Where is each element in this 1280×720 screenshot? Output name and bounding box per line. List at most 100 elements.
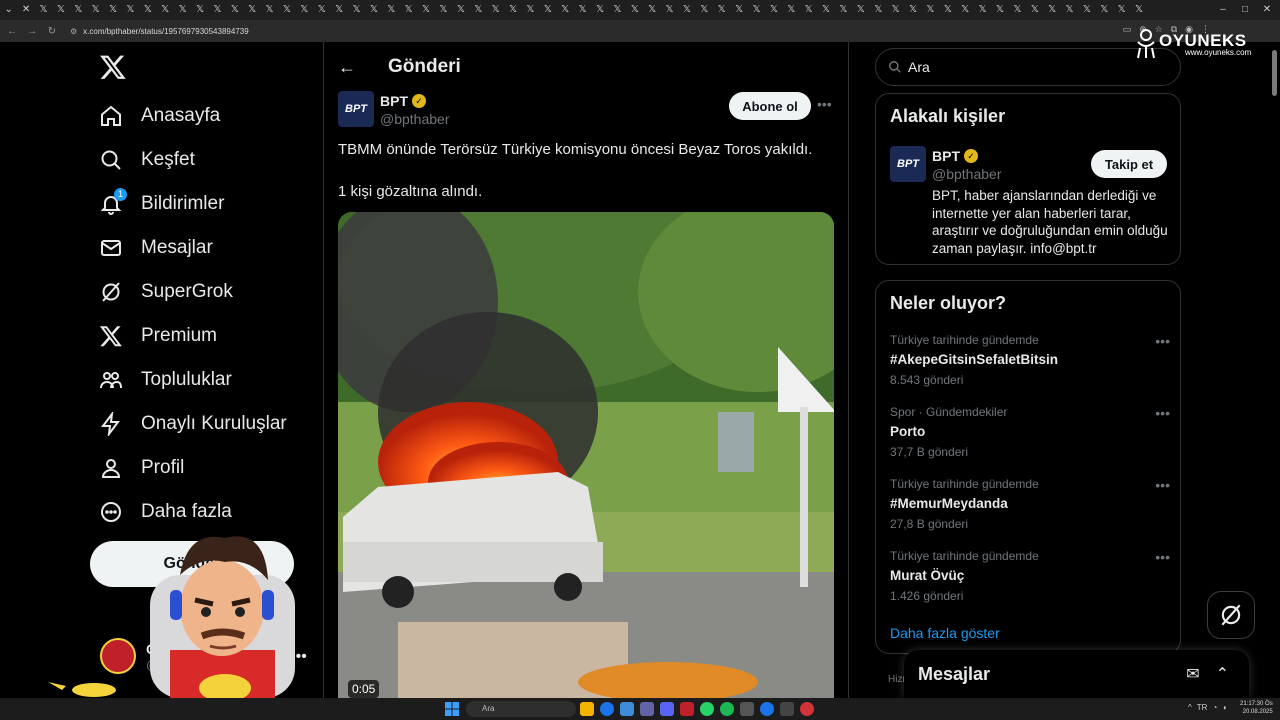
nav-item-premium[interactable]: Premium: [98, 314, 287, 358]
url-field[interactable]: ⚙ x.com/bpthaber/status/1957697930543894…: [70, 27, 249, 36]
browser-tab[interactable]: 𝕏: [678, 0, 695, 20]
file-explorer-icon[interactable]: [580, 702, 594, 716]
obs-icon[interactable]: [780, 702, 794, 716]
browser-tab[interactable]: 𝕏: [591, 0, 608, 20]
browser-tab[interactable]: 𝕏: [626, 0, 643, 20]
tweet-author-avatar[interactable]: BPT: [338, 91, 374, 127]
nav-item-home[interactable]: Anasayfa: [98, 94, 287, 138]
browser-tab[interactable]: 𝕏: [330, 0, 347, 20]
language-icon[interactable]: TR: [1197, 703, 1208, 712]
browser-tab[interactable]: 𝕏: [991, 0, 1008, 20]
browser-tab[interactable]: 𝕏: [400, 0, 417, 20]
volume-icon[interactable]: ◖: [1222, 703, 1227, 712]
browser-tab[interactable]: 𝕏: [157, 0, 174, 20]
windows-start-icon[interactable]: [445, 702, 459, 716]
x-logo-icon[interactable]: [99, 53, 127, 81]
browser-tab[interactable]: 𝕏: [504, 0, 521, 20]
trend-more-icon[interactable]: •••: [1155, 549, 1170, 565]
browser-tab[interactable]: 𝕏: [661, 0, 678, 20]
browser-tab[interactable]: 𝕏: [1009, 0, 1026, 20]
browser-tab[interactable]: 𝕏: [174, 0, 191, 20]
tweet-author-handle[interactable]: @bpthaber: [380, 111, 449, 127]
nav-item-messages[interactable]: Mesajlar: [98, 226, 287, 270]
browser-tab[interactable]: 𝕏: [261, 0, 278, 20]
related-name[interactable]: BPT ✓: [932, 148, 978, 164]
follow-button[interactable]: Takip et: [1091, 150, 1167, 178]
whatsapp-icon[interactable]: [700, 702, 714, 716]
browser-tab[interactable]: 𝕏: [209, 0, 226, 20]
subscribe-button[interactable]: Abone ol: [729, 92, 811, 120]
browser-tab[interactable]: 𝕏: [1078, 0, 1095, 20]
tweet-author-name[interactable]: BPT ✓: [380, 93, 426, 109]
browser-tab[interactable]: 𝕏: [1026, 0, 1043, 20]
trend-more-icon[interactable]: •••: [1155, 477, 1170, 493]
page-scrollbar[interactable]: [1272, 50, 1277, 96]
browser-tab[interactable]: 𝕏: [574, 0, 591, 20]
back-nav-icon[interactable]: ←: [4, 26, 20, 37]
browser-tab[interactable]: 𝕏: [383, 0, 400, 20]
browser-tab[interactable]: 𝕏: [730, 0, 747, 20]
related-avatar[interactable]: BPT: [890, 146, 926, 182]
browser-tab[interactable]: 𝕏: [800, 0, 817, 20]
close-window-button[interactable]: ✕: [1254, 0, 1280, 20]
app-icon[interactable]: [740, 702, 754, 716]
reload-icon[interactable]: ↻: [44, 26, 60, 37]
trend-more-icon[interactable]: •••: [1155, 333, 1170, 349]
browser-tab[interactable]: 𝕏: [852, 0, 869, 20]
trend-item[interactable]: Türkiye tarihinde gündemde #AkepeGitsinS…: [890, 333, 1170, 387]
browser-tab[interactable]: 𝕏: [122, 0, 139, 20]
related-handle[interactable]: @bpthaber: [932, 166, 1001, 182]
browser-tab[interactable]: 𝕏: [939, 0, 956, 20]
spotify-icon[interactable]: [720, 702, 734, 716]
browser-tab[interactable]: 𝕏: [365, 0, 382, 20]
browser-tab[interactable]: 𝕏: [904, 0, 921, 20]
chrome-icon[interactable]: [760, 702, 774, 716]
browser-tab[interactable]: 𝕏: [52, 0, 69, 20]
browser-tab[interactable]: 𝕏: [1096, 0, 1113, 20]
chrome-icon[interactable]: [600, 702, 614, 716]
nav-item-profile[interactable]: Profil: [98, 446, 287, 490]
browser-tab[interactable]: 𝕏: [1061, 0, 1078, 20]
site-info-icon[interactable]: ⚙: [70, 27, 77, 36]
browser-tab[interactable]: 𝕏: [313, 0, 330, 20]
chevron-up-icon[interactable]: ^: [1188, 703, 1192, 712]
browser-tab[interactable]: 𝕏: [452, 0, 469, 20]
back-arrow-icon[interactable]: ←: [338, 57, 358, 78]
browser-tab[interactable]: 𝕏: [783, 0, 800, 20]
browser-tab[interactable]: 𝕏: [835, 0, 852, 20]
browser-tab[interactable]: 𝕏: [974, 0, 991, 20]
app-icon[interactable]: [680, 702, 694, 716]
taskbar-clock[interactable]: 21:17:30 Ös 20.08.2025: [1240, 700, 1273, 716]
browser-tab[interactable]: 𝕏: [870, 0, 887, 20]
browser-tab[interactable]: 𝕏: [922, 0, 939, 20]
browser-tab[interactable]: 𝕏: [1130, 0, 1147, 20]
nav-item-notifications[interactable]: 1 Bildirimler: [98, 182, 287, 226]
browser-tab[interactable]: 𝕏: [713, 0, 730, 20]
browser-tab[interactable]: 𝕏: [1113, 0, 1130, 20]
browser-tab[interactable]: 𝕏: [487, 0, 504, 20]
browser-tab[interactable]: 𝕏: [696, 0, 713, 20]
nav-item-supergrok[interactable]: SuperGrok: [98, 270, 287, 314]
messages-drawer[interactable]: Mesajlar ✉ ⌃: [904, 650, 1249, 698]
taskbar-search[interactable]: Ara: [466, 701, 576, 717]
browser-tab[interactable]: 𝕏: [139, 0, 156, 20]
tweet-more-icon[interactable]: •••: [817, 96, 832, 112]
discord-icon[interactable]: [660, 702, 674, 716]
trend-more-icon[interactable]: •••: [1155, 405, 1170, 421]
browser-tab[interactable]: 𝕏: [243, 0, 260, 20]
grok-button[interactable]: [1207, 591, 1255, 639]
teams-icon[interactable]: [640, 702, 654, 716]
tab-list-chevron-icon[interactable]: ⌄: [0, 0, 17, 20]
nav-item-communities[interactable]: Topluluklar: [98, 358, 287, 402]
browser-tab[interactable]: 𝕏: [278, 0, 295, 20]
app-icon[interactable]: [800, 702, 814, 716]
browser-tab[interactable]: 𝕏: [70, 0, 87, 20]
browser-tab[interactable]: 𝕏: [435, 0, 452, 20]
browser-tab[interactable]: 𝕏: [35, 0, 52, 20]
forward-nav-icon[interactable]: →: [24, 26, 40, 37]
trend-item[interactable]: Türkiye tarihinde gündemde Murat Övüç 1.…: [890, 549, 1170, 603]
browser-tab[interactable]: 𝕏: [748, 0, 765, 20]
browser-tab[interactable]: 𝕏: [104, 0, 121, 20]
browser-tab[interactable]: 𝕏: [87, 0, 104, 20]
browser-tab[interactable]: 𝕏: [191, 0, 208, 20]
